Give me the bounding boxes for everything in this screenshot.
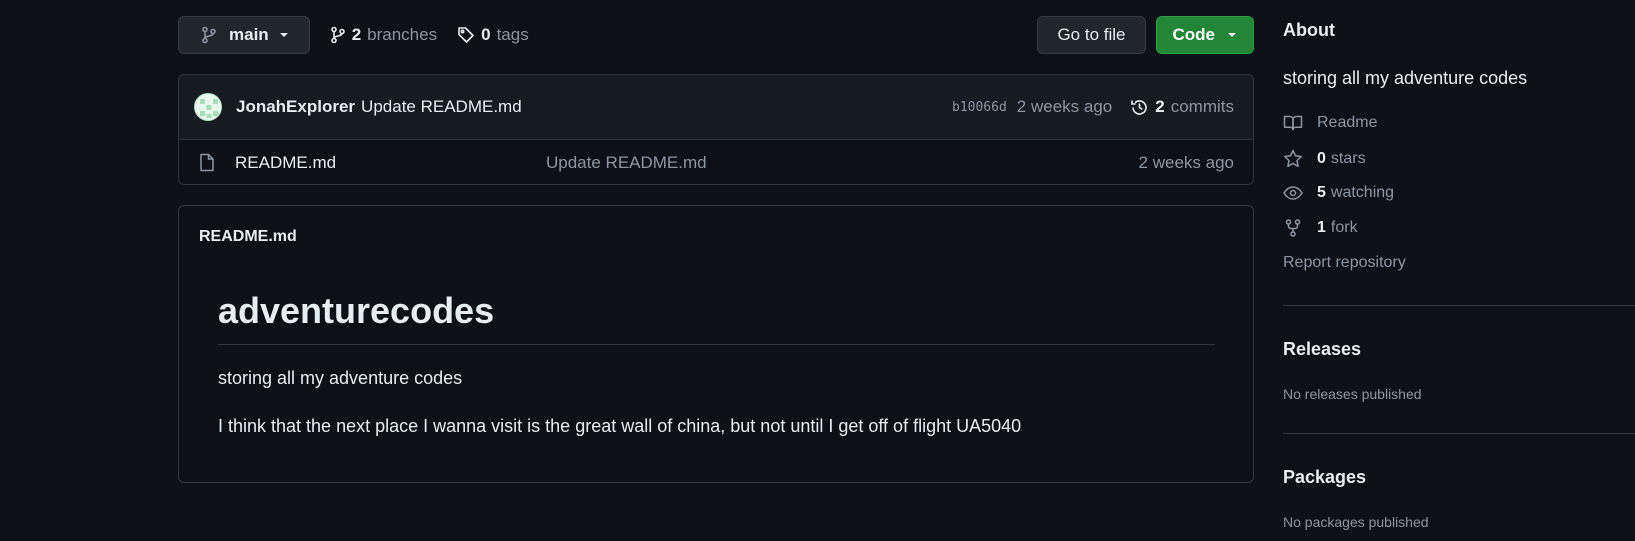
chevron-down-icon: [1227, 32, 1237, 38]
fork-count: 1: [1317, 219, 1326, 236]
report-repository-link[interactable]: Report repository: [1283, 254, 1406, 272]
branch-name: main: [229, 25, 269, 44]
sidebar-divider: [1283, 305, 1635, 306]
stars-label: stars: [1330, 149, 1366, 167]
commit-age[interactable]: 2 weeks ago: [1017, 97, 1112, 117]
book-icon: [1283, 114, 1303, 132]
repo-sidebar: About storing all my adventure codes Rea…: [1283, 0, 1635, 541]
readme-title: adventurecodes: [218, 290, 1215, 345]
readme-label: Readme: [1317, 114, 1378, 131]
packages-empty-text: No packages published: [1283, 514, 1429, 530]
file-icon: [199, 153, 215, 172]
branches-link[interactable]: 2 branches: [330, 25, 437, 45]
avatar[interactable]: [194, 93, 222, 121]
readme-paragraph: I think that the next place I wanna visi…: [218, 416, 1022, 436]
sidebar-divider: [1283, 433, 1635, 434]
commit-message[interactable]: Update README.md: [361, 97, 522, 117]
commit-sha[interactable]: b10066d: [952, 100, 1007, 115]
tag-icon: [457, 26, 475, 44]
commit-author[interactable]: JonahExplorer: [236, 97, 355, 117]
code-button[interactable]: Code: [1155, 16, 1254, 54]
stars-count: 0: [1317, 149, 1326, 167]
commits-count: 2: [1155, 97, 1165, 116]
tags-count: 0: [481, 25, 491, 44]
git-branch-icon: [330, 26, 346, 44]
about-heading: About: [1283, 20, 1335, 40]
readme-content: adventurecodes storing all my adventure …: [218, 290, 1215, 437]
star-icon: [1283, 149, 1303, 168]
releases-empty-text: No releases published: [1283, 386, 1422, 402]
watching-count: 5: [1317, 184, 1326, 201]
tags-label: tags: [496, 25, 529, 44]
branch-selector-button[interactable]: main: [178, 16, 310, 54]
commits-link[interactable]: 2 commits: [1130, 97, 1234, 117]
repo-toolbar: main 2 branches 0 tags Go to file Code: [178, 16, 1254, 54]
git-branch-icon: [201, 26, 217, 44]
go-to-file-button[interactable]: Go to file: [1037, 16, 1146, 54]
repo-page: main 2 branches 0 tags Go to file Code J…: [0, 0, 1635, 541]
file-name-link[interactable]: README.md: [235, 153, 546, 173]
file-row[interactable]: README.md Update README.md 2 weeks ago: [179, 140, 1253, 184]
watching-link[interactable]: 5 watching: [1283, 184, 1394, 202]
file-listing: JonahExplorer Update README.md b10066d 2…: [178, 74, 1254, 185]
packages-heading[interactable]: Packages: [1283, 467, 1366, 488]
code-button-label: Code: [1172, 25, 1216, 44]
repo-forked-icon: [1283, 219, 1303, 237]
readme-panel: README.md adventurecodes storing all my …: [178, 205, 1254, 483]
forks-link[interactable]: 1 fork: [1283, 219, 1358, 237]
readme-filename[interactable]: README.md: [199, 228, 297, 246]
latest-commit-bar: JonahExplorer Update README.md b10066d 2…: [179, 75, 1253, 140]
commits-label: commits: [1170, 97, 1234, 116]
fork-label: fork: [1330, 219, 1358, 236]
file-commit-message[interactable]: Update README.md: [546, 153, 707, 173]
file-age: 2 weeks ago: [1138, 152, 1234, 172]
stars-link[interactable]: 0 stars: [1283, 149, 1366, 168]
about-description: storing all my adventure codes: [1283, 68, 1528, 88]
eye-icon: [1283, 186, 1303, 200]
tags-link[interactable]: 0 tags: [457, 25, 529, 45]
readme-paragraph: storing all my adventure codes: [218, 368, 463, 388]
chevron-down-icon: [279, 32, 289, 38]
history-icon: [1130, 98, 1149, 117]
readme-link[interactable]: Readme: [1283, 114, 1377, 132]
branches-label: branches: [367, 25, 438, 44]
releases-heading[interactable]: Releases: [1283, 339, 1361, 360]
branches-count: 2: [351, 25, 362, 44]
watching-label: watching: [1330, 184, 1395, 201]
